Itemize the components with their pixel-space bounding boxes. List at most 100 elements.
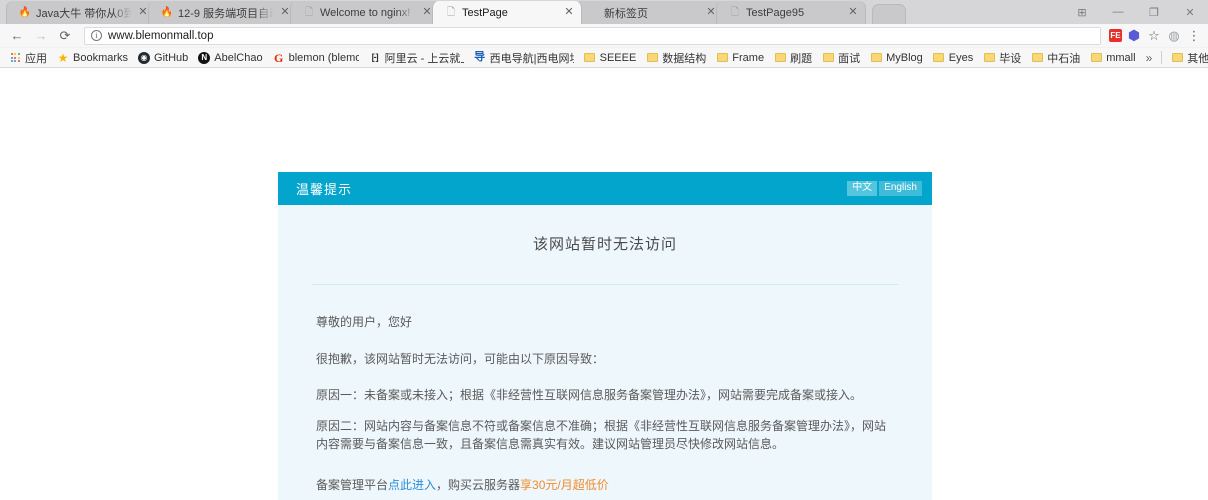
bookmark-label: 毕设 [999, 52, 1022, 65]
bookmark-star-icon[interactable]: ☆ [1146, 28, 1162, 44]
lang-chinese-button[interactable]: 中文 [847, 181, 878, 196]
bookmark-folder[interactable]: 刷题 [769, 49, 817, 66]
minimize-button[interactable]: — [1100, 0, 1136, 24]
tab-close-icon[interactable]: ✕ [847, 6, 859, 19]
browser-toolbar: ← → ⟳ i www.blemonmall.top FE ⬢ ☆ ◍ ⋮ [0, 24, 1208, 48]
reason-one-text: 原因一：未备案或未接入；根据《非经营性互联网信息服务备案管理办法》，网站需要完成… [316, 388, 863, 403]
reload-button[interactable]: ⟳ [54, 26, 76, 46]
notice-header-title: 温馨提示 [296, 182, 353, 197]
page-title: 该网站暂时无法访问 [532, 236, 677, 253]
bookmark-folder[interactable]: SEEEE [579, 49, 642, 66]
bookmark-label: 中石油 [1047, 52, 1081, 65]
site-info-icon[interactable]: i [91, 30, 102, 41]
reason-two-text: 原因二：网站内容与备案信息不符或备案信息不准确；根据《非经营性互联网信息服务备案… [316, 418, 887, 452]
extension-icons: FE ⬢ ☆ ◍ ⋮ [1107, 27, 1202, 44]
bookmark-item[interactable]: N AbelChao [193, 49, 267, 66]
bookmark-label: 应用 [25, 52, 47, 65]
page-icon: 🗋 [730, 6, 740, 18]
other-bookmarks-folder[interactable]: 其他书签 [1166, 49, 1208, 66]
notice-header: 温馨提示 中文 English [278, 172, 932, 205]
bookmark-label: mmall [1106, 51, 1136, 64]
bookmark-item[interactable]: 导 西电导航|西电网址导 [469, 49, 579, 66]
chrome-menu-icon[interactable]: ⋮ [1186, 28, 1202, 44]
tab-title: 新标签页 [604, 7, 648, 20]
page-viewport: 温馨提示 中文 English 该网站暂时无法访问 尊敬的用户，您好 很抱歉，该… [0, 68, 1208, 500]
fe-extension-icon[interactable]: FE [1109, 29, 1122, 42]
footer-middle: ，购买云服务器 [436, 477, 521, 492]
page-icon: 🗋 [446, 6, 456, 18]
globe-extension-icon[interactable]: ◍ [1166, 28, 1182, 44]
forward-button[interactable]: → [30, 26, 52, 46]
icp-platform-link[interactable]: 点此进入 [388, 478, 436, 492]
maximize-button[interactable]: ❐ [1136, 0, 1172, 24]
footer-prefix: 备案管理平台 [316, 477, 389, 492]
language-switch: 中文 English [847, 181, 922, 196]
bookmark-item[interactable]: ◉ GitHub [133, 49, 193, 66]
bookmark-item[interactable]: [-] 阿里云 - 上云就上阿 [364, 49, 469, 66]
tab-title: TestPage95 [746, 6, 805, 19]
cloud-promo-link[interactable]: 享30元/月超低价 [520, 478, 609, 492]
notice-body: 尊敬的用户，您好 很抱歉，该网站暂时无法访问，可能由以下原因导致： 原因一：未备… [278, 285, 932, 495]
address-bar[interactable]: i www.blemonmall.top [84, 26, 1101, 45]
bookmarks-bar: 应用 ★ Bookmarks ◉ GitHub N AbelChao G ble… [0, 48, 1208, 68]
folder-icon [933, 52, 945, 64]
bookmark-label: 其他书签 [1187, 52, 1208, 65]
folder-icon [822, 52, 834, 64]
browser-tab[interactable]: 🗋 Welcome to nginx! ✕ [290, 1, 440, 24]
notice-card: 温馨提示 中文 English 该网站暂时无法访问 尊敬的用户，您好 很抱歉，该… [278, 172, 932, 500]
lang-english-button[interactable]: English [879, 181, 922, 196]
xidian-icon: 导 [474, 51, 486, 63]
bookmark-folder[interactable]: MyBlog [865, 49, 928, 66]
bookmarks-separator [1161, 51, 1163, 64]
flame-icon: 🔥 [160, 6, 174, 18]
bookmark-item[interactable]: G blemon (blemon) - [268, 49, 364, 66]
browser-tab[interactable]: 新标签页 ✕ [574, 1, 724, 24]
bookmark-item[interactable]: ★ Bookmarks [52, 49, 133, 66]
back-button[interactable]: ← [6, 26, 28, 46]
bookmark-folder[interactable]: 数据结构 [641, 49, 711, 66]
blank-favicon [587, 7, 599, 19]
google-g-icon: G [273, 50, 284, 65]
bookmark-folder[interactable]: mmall [1085, 49, 1140, 66]
folder-icon [646, 52, 658, 64]
bookmark-folder[interactable]: 毕设 [978, 49, 1026, 66]
close-window-button[interactable]: ✕ [1172, 0, 1208, 24]
tab-close-icon[interactable]: ✕ [563, 6, 575, 19]
new-tab-button[interactable] [872, 4, 906, 24]
browser-tab[interactable]: 🔥 12-9 服务端项目自动化 ✕ [148, 1, 298, 24]
folder-icon [1031, 52, 1043, 64]
bookmark-label: GitHub [154, 51, 189, 64]
bookmark-label: Frame [732, 51, 765, 64]
folder-icon [716, 52, 728, 64]
tab-strip: 🔥 Java大牛 带你从0到上线 ✕ 🔥 12-9 服务端项目自动化 ✕ 🗋 W… [0, 0, 1208, 24]
bookmarks-overflow-button[interactable]: » [1141, 50, 1158, 66]
bookmark-label: 西电导航|西电网址导 [489, 52, 574, 65]
bookmark-label: Bookmarks [73, 51, 129, 64]
greeting-text: 尊敬的用户，您好 [316, 315, 413, 329]
bookmark-folder[interactable]: Eyes [928, 49, 978, 66]
bookmark-folder[interactable]: Frame [711, 49, 769, 66]
star-icon: ★ [57, 50, 69, 65]
bookmark-label: 阿里云 - 上云就上阿 [384, 52, 464, 65]
bookmark-folder[interactable]: 中石油 [1026, 49, 1085, 66]
browser-tab[interactable]: 🗋 TestPage95 ✕ [716, 1, 866, 24]
folder-icon [774, 52, 786, 64]
hexagon-extension-icon[interactable]: ⬢ [1126, 27, 1142, 44]
account-icon[interactable]: ⊞ [1064, 0, 1100, 24]
window-controls: ⊞ — ❐ ✕ [1064, 0, 1208, 24]
bookmark-folder[interactable]: 面试 [817, 49, 865, 66]
bookmark-apps[interactable]: 应用 [4, 49, 52, 66]
bookmark-label: Eyes [948, 51, 974, 64]
tab-title: Java大牛 带你从0到上线 [36, 7, 132, 20]
bookmark-label: blemon (blemon) - [288, 51, 359, 64]
folder-icon [1090, 52, 1102, 64]
browser-tab[interactable]: 🔥 Java大牛 带你从0到上线 ✕ [6, 1, 156, 24]
bookmark-label: 数据结构 [662, 52, 707, 65]
bookmark-label: AbelChao [214, 51, 263, 64]
bookmark-label: 刷题 [790, 52, 813, 65]
tab-title: Welcome to nginx! [320, 6, 411, 19]
github-icon: ◉ [138, 51, 151, 64]
browser-tab-active[interactable]: 🗋 TestPage ✕ [432, 1, 582, 24]
flame-icon: 🔥 [18, 6, 32, 18]
bookmark-label: MyBlog [886, 51, 923, 64]
